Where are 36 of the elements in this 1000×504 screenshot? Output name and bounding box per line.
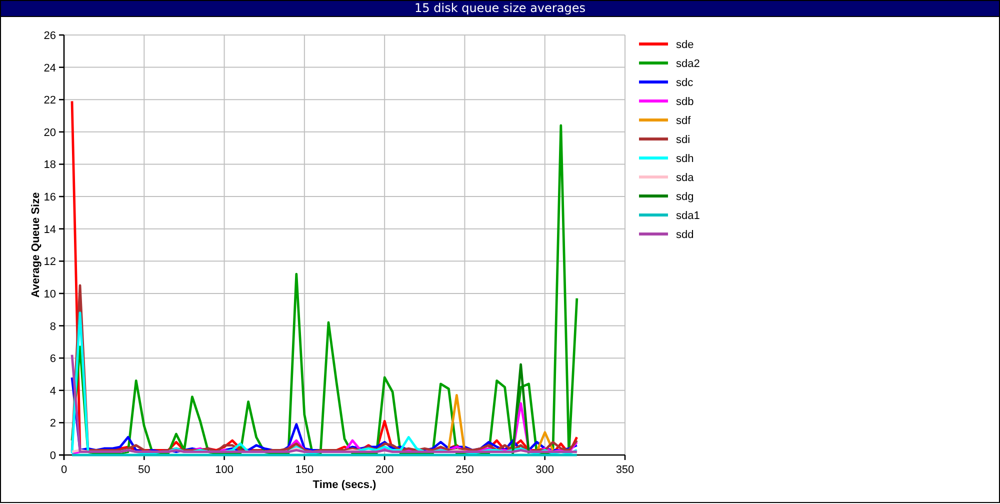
y-tick-label: 20: [44, 126, 56, 139]
legend-label: sda1: [676, 210, 700, 222]
y-tick-label: 2: [50, 418, 56, 430]
legend-label: sdg: [676, 191, 694, 203]
legend-label: sdi: [676, 134, 690, 146]
y-tick-label: 12: [44, 256, 56, 268]
legend-label: sdh: [676, 153, 694, 165]
y-tick-label: 10: [44, 288, 56, 300]
y-axis-title: Average Queue Size: [30, 192, 42, 298]
y-tick-label: 0: [50, 450, 56, 462]
legend-label: sdf: [676, 115, 691, 127]
legend-label: sdb: [676, 96, 694, 108]
y-tick-label: 4: [50, 385, 56, 398]
x-tick-label: 100: [215, 464, 234, 476]
x-tick-label: 200: [375, 464, 394, 476]
x-tick-label: 150: [295, 464, 314, 476]
y-tick-label: 24: [44, 62, 56, 74]
chart-title: 15 disk queue size averages: [414, 1, 586, 16]
legend-label: sda2: [676, 58, 700, 70]
legend-label: sdd: [676, 229, 694, 241]
x-axis-title: Time (secs.): [312, 479, 376, 491]
y-tick-label: 6: [50, 353, 56, 366]
y-tick-label: 18: [44, 159, 56, 172]
y-tick-label: 8: [50, 320, 56, 333]
x-tick-label: 300: [536, 464, 554, 476]
y-tick-label: 14: [44, 224, 56, 236]
x-tick-label: 0: [60, 464, 68, 476]
y-tick-label: 26: [44, 30, 56, 42]
legend-label: sde: [676, 39, 694, 51]
y-tick-label: 22: [44, 94, 56, 107]
legend-label: sda: [676, 172, 694, 184]
x-tick-label: 50: [138, 464, 150, 476]
x-tick-label: 250: [456, 464, 474, 476]
legend-label: sdc: [676, 77, 694, 89]
y-tick-label: 16: [44, 192, 56, 204]
x-tick-label: 350: [616, 464, 634, 476]
